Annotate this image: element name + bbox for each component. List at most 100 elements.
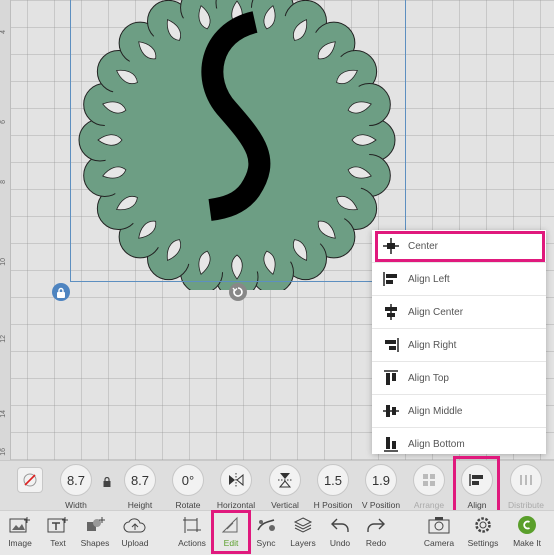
width-value[interactable]: 8.7: [60, 464, 92, 496]
highlight-align: [453, 456, 500, 513]
arrange-button[interactable]: Arrange: [403, 461, 455, 510]
width-control[interactable]: 8.7 Width: [50, 461, 102, 510]
nav-layers[interactable]: Layers: [283, 514, 323, 548]
image-icon: [0, 514, 40, 536]
v-position-label: V Position: [361, 500, 401, 510]
v-position-value[interactable]: 1.9: [365, 464, 397, 496]
rotate-control[interactable]: 0° Rotate: [162, 461, 214, 510]
rotate-value[interactable]: 0°: [172, 464, 204, 496]
upload-cloud-icon: [115, 514, 155, 536]
align-left-icon: [383, 272, 397, 286]
ruler-tick: 14: [0, 410, 7, 418]
ruler-tick: 8: [0, 180, 7, 184]
camera-label: Camera: [423, 538, 455, 548]
menu-item-label: Align Top: [408, 372, 449, 384]
height-control[interactable]: 8.7 Height: [114, 461, 166, 510]
nav-actions[interactable]: Actions: [172, 514, 212, 548]
width-label: Width: [65, 500, 87, 510]
flip-vertical-button[interactable]: Vertical: [259, 461, 311, 510]
toolbar-edge: [0, 467, 8, 495]
menu-item-label: Align Right: [408, 339, 457, 351]
nav-make-it[interactable]: Make It: [507, 514, 547, 548]
highlight-center: [375, 231, 545, 262]
distribute-button[interactable]: Distribute: [500, 461, 552, 510]
distribute-label: Distribute: [508, 500, 544, 510]
make-it-label: Make It: [513, 538, 541, 548]
sync-icon: [246, 514, 286, 536]
ruler-tick: 16: [0, 448, 7, 456]
ruler-tick: 12: [0, 335, 7, 343]
ruler-tick: 4: [0, 30, 7, 34]
vertical-ruler: 4 6 8 10 12 14 16: [0, 0, 11, 460]
menu-item-align-middle[interactable]: Align Middle: [372, 395, 546, 428]
image-label: Image: [8, 538, 32, 548]
nav-sync[interactable]: Sync: [246, 514, 286, 548]
nav-shapes[interactable]: Shapes: [75, 514, 115, 548]
text-icon: [38, 514, 78, 536]
arrange-label: Arrange: [413, 500, 445, 510]
h-position-value[interactable]: 1.5: [317, 464, 349, 496]
menu-item-label: Align Middle: [408, 405, 463, 417]
no-fill-icon: [17, 467, 43, 493]
arrange-icon: [413, 464, 445, 496]
redo-icon: [356, 514, 396, 536]
nav-image[interactable]: Image: [0, 514, 40, 548]
selection-box: [70, 0, 406, 282]
v-position-control[interactable]: 1.9 V Position: [355, 461, 407, 510]
menu-item-align-center[interactable]: Align Center: [372, 296, 546, 329]
flip-horizontal-icon: [220, 464, 252, 496]
flip-horizontal-button[interactable]: Horizontal: [210, 461, 262, 510]
shapes-label: Shapes: [80, 538, 110, 548]
distribute-icon: [510, 464, 542, 496]
camera-icon: [419, 514, 459, 536]
settings-label: Settings: [467, 538, 499, 548]
redo-label: Redo: [365, 538, 387, 548]
bottom-nav: Image Text Shapes Upload Actions Edit Sy…: [0, 510, 554, 555]
upload-label: Upload: [121, 538, 149, 548]
layers-label: Layers: [290, 538, 316, 548]
menu-item-align-top[interactable]: Align Top: [372, 362, 546, 395]
rotate-label: Rotate: [175, 500, 201, 510]
undo-label: Undo: [329, 538, 351, 548]
h-position-label: H Position: [313, 500, 353, 510]
lock-aspect-icon[interactable]: [103, 474, 111, 487]
nav-undo[interactable]: Undo: [320, 514, 360, 548]
actions-icon: [172, 514, 212, 536]
menu-item-align-left[interactable]: Align Left: [372, 263, 546, 296]
align-top-icon: [384, 370, 398, 385]
align-menu: Center Align Left Align Center Align Rig…: [372, 230, 546, 454]
undo-icon: [320, 514, 360, 536]
highlight-edit: [211, 510, 251, 554]
menu-item-label: Align Left: [408, 273, 450, 285]
menu-item-align-right[interactable]: Align Right: [372, 329, 546, 362]
rotate-handle-icon[interactable]: [229, 283, 247, 301]
gear-icon: [463, 514, 503, 536]
shapes-icon: [75, 514, 115, 536]
ruler-tick: 10: [0, 258, 7, 266]
layers-icon: [283, 514, 323, 536]
sync-label: Sync: [256, 538, 276, 548]
lock-icon[interactable]: [52, 283, 70, 301]
nav-text[interactable]: Text: [38, 514, 78, 548]
height-label: Height: [127, 500, 153, 510]
linetype-swatch[interactable]: [12, 461, 48, 493]
actions-label: Actions: [178, 538, 206, 548]
nav-upload[interactable]: Upload: [115, 514, 155, 548]
text-label: Text: [50, 538, 66, 548]
nav-redo[interactable]: Redo: [356, 514, 396, 548]
align-middle-icon: [383, 405, 399, 417]
ruler-tick: 6: [0, 120, 7, 124]
make-it-icon: [507, 514, 547, 536]
vertical-label: Vertical: [271, 500, 299, 510]
nav-camera[interactable]: Camera: [419, 514, 459, 548]
h-position-control[interactable]: 1.5 H Position: [307, 461, 359, 510]
align-center-horizontal-icon: [385, 304, 397, 320]
align-bottom-icon: [384, 437, 398, 452]
menu-item-label: Align Center: [408, 306, 464, 318]
flip-vertical-icon: [269, 464, 301, 496]
nav-settings[interactable]: Settings: [463, 514, 503, 548]
horizontal-label: Horizontal: [216, 500, 256, 510]
menu-item-label: Align Bottom: [408, 438, 465, 450]
align-right-icon: [385, 338, 399, 352]
height-value[interactable]: 8.7: [124, 464, 156, 496]
